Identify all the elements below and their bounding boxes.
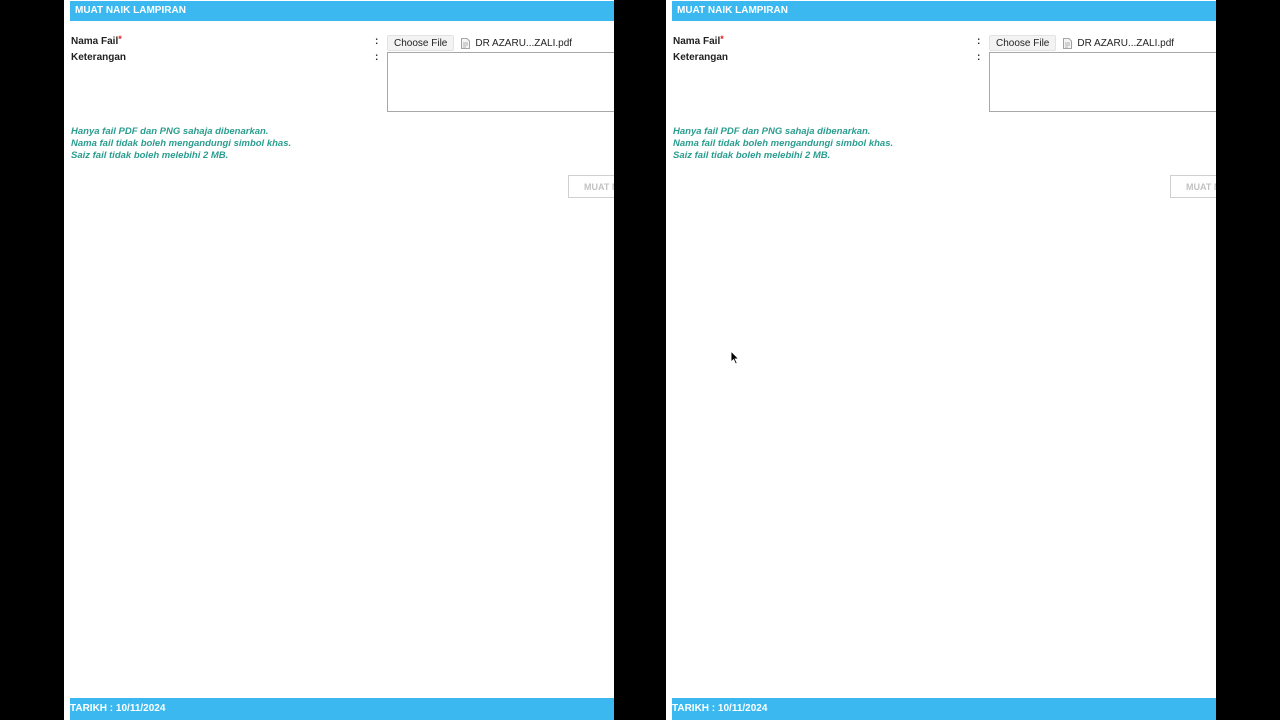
colon-separator: :	[977, 52, 981, 63]
note-line: Nama fail tidak boleh mengandungi simbol…	[71, 138, 292, 149]
file-icon	[1063, 37, 1073, 49]
note-line: Saiz fail tidak boleh melebihi 2 MB.	[71, 150, 229, 161]
upload-notes: Hanya fail PDF dan PNG sahaja dibenarkan…	[673, 126, 893, 162]
nama-fail-label-text: Nama Fail	[71, 36, 119, 47]
file-input[interactable]: Choose File DR AZARU...ZALI.pdf	[989, 35, 1174, 51]
keterangan-label: Keterangan	[673, 52, 729, 63]
nama-fail-label: Nama Fail*	[673, 34, 724, 47]
colon-separator: :	[977, 36, 981, 47]
required-mark: *	[720, 34, 724, 44]
colon-separator: :	[375, 36, 379, 47]
colon-separator: :	[375, 52, 379, 63]
nama-fail-label: Nama Fail*	[71, 34, 122, 47]
section-header: MUAT NAIK LAMPIRAN	[70, 1, 614, 21]
selected-file-name: DR AZARU...ZALI.pdf	[1077, 37, 1175, 49]
file-icon	[461, 37, 471, 49]
keterangan-textarea[interactable]	[387, 52, 614, 112]
note-line: Hanya fail PDF dan PNG sahaja dibenarkan…	[673, 126, 871, 137]
required-mark: *	[118, 34, 122, 44]
note-line: Saiz fail tidak boleh melebihi 2 MB.	[673, 150, 831, 161]
choose-file-button[interactable]: Choose File	[989, 35, 1057, 51]
keterangan-label: Keterangan	[71, 52, 127, 63]
upload-notes: Hanya fail PDF dan PNG sahaja dibenarkan…	[71, 126, 291, 162]
nama-fail-label-text: Nama Fail	[673, 36, 721, 47]
date-footer: TARIKH : 10/11/2024	[672, 698, 1216, 720]
mouse-cursor-icon	[730, 350, 740, 365]
choose-file-button[interactable]: Choose File	[387, 35, 455, 51]
upload-button[interactable]: MUAT NAIK	[1170, 175, 1216, 198]
section-header: MUAT NAIK LAMPIRAN	[672, 1, 1216, 21]
upload-form-pane-right: MUAT NAIK LAMPIRAN Nama Fail* : Choose F…	[666, 0, 1216, 720]
selected-file-name: DR AZARU...ZALI.pdf	[475, 37, 573, 49]
upload-button[interactable]: MUAT NAIK	[568, 175, 614, 198]
date-footer: TARIKH : 10/11/2024	[70, 698, 614, 720]
file-input[interactable]: Choose File DR AZARU...ZALI.pdf	[387, 35, 572, 51]
note-line: Nama fail tidak boleh mengandungi simbol…	[673, 138, 894, 149]
note-line: Hanya fail PDF dan PNG sahaja dibenarkan…	[71, 126, 269, 137]
keterangan-textarea[interactable]	[989, 52, 1216, 112]
upload-form-pane-left: MUAT NAIK LAMPIRAN Nama Fail* : Choose F…	[64, 0, 614, 720]
